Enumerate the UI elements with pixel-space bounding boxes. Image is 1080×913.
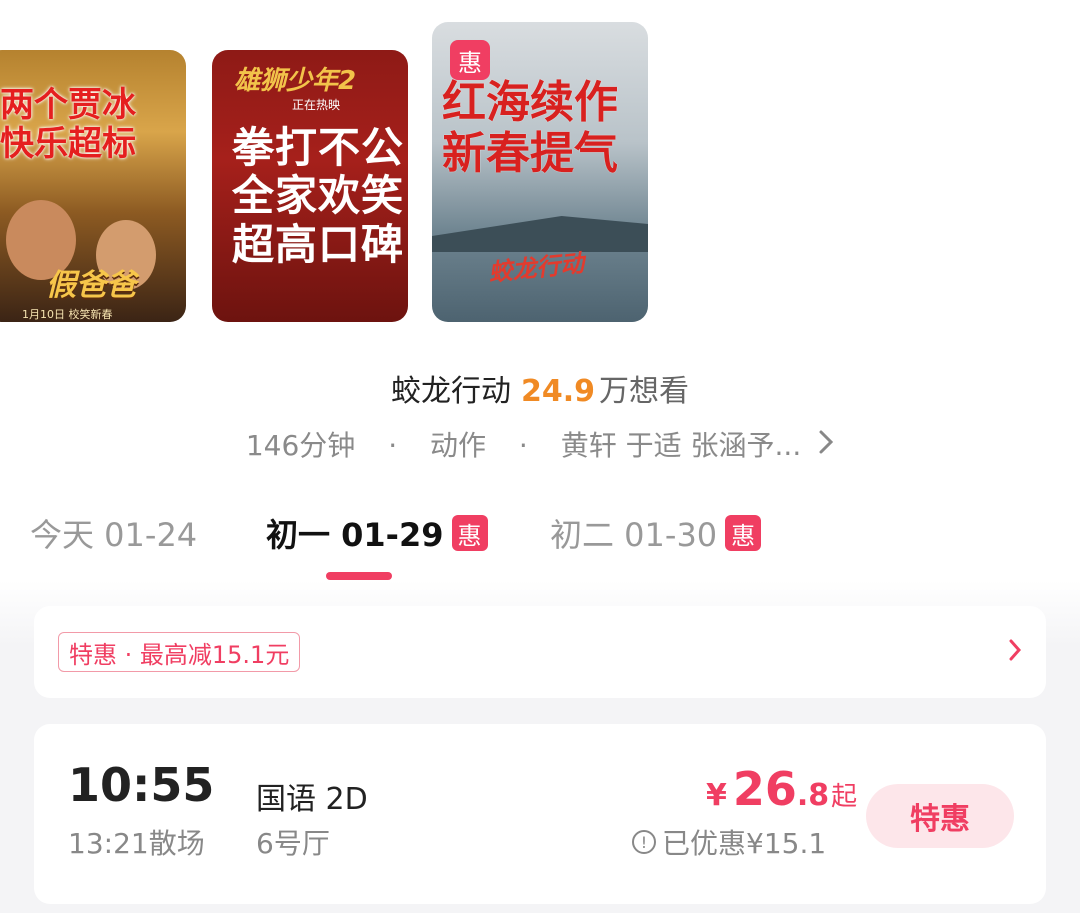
tab-label: 今天 01-24: [30, 516, 198, 554]
poster-xiongshi[interactable]: 雄狮少年2 正在热映 拳打不公 全家欢笑 超高口碑: [212, 50, 408, 322]
saved-amount: 已优惠¥15.1: [662, 827, 827, 860]
discount-badge: 惠: [450, 40, 490, 80]
price-suffix: 起: [831, 782, 858, 812]
tab-label: 初二 01-30: [550, 516, 718, 554]
poster-date: 1月10日 校笑新春: [22, 308, 113, 321]
saved-info[interactable]: ! 已优惠¥15.1: [632, 822, 826, 862]
submarine-graphic: [432, 216, 648, 252]
poster-title: 假爸爸: [46, 268, 136, 303]
price-symbol: ¥: [706, 778, 727, 813]
hall-name: 6号厅: [256, 827, 330, 860]
tab-date-chuer[interactable]: 初二 01-30 惠: [550, 510, 762, 556]
want-count: 24.9: [520, 374, 596, 409]
start-time: 10:55: [68, 758, 215, 812]
tab-date-chuyi[interactable]: 初一 01-29 惠: [266, 510, 488, 556]
tab-date-today[interactable]: 今天 01-24: [30, 510, 197, 556]
poster-jiababa[interactable]: 两个贾冰 快乐超标 假爸爸 1月10日 校笑新春: [0, 50, 186, 322]
poster-carousel[interactable]: 两个贾冰 快乐超标 假爸爸 1月10日 校笑新春 雄狮少年2 正在热映 拳打不公…: [0, 0, 1080, 340]
separator: ·: [388, 429, 398, 462]
movie-cast: 黄轩 于适 张涵予...: [560, 429, 802, 462]
price-integer: 26: [732, 762, 797, 816]
separator: ·: [518, 429, 528, 462]
poster-slogan: 两个贾冰 快乐超标: [0, 85, 136, 165]
movie-genre: 动作: [430, 429, 487, 462]
movie-name: 蛟龙行动: [390, 374, 511, 409]
movie-duration: 146分钟: [245, 429, 356, 462]
movie-title-line: 蛟龙行动 24.9 万想看: [0, 366, 1080, 410]
end-time: 13:21散场: [68, 827, 205, 860]
discount-badge: 惠: [725, 515, 762, 551]
poster-jiaolong-selected[interactable]: 惠 红海续作 新春提气 蛟龙行动: [432, 22, 648, 322]
price: ¥ 26 .8 起: [706, 762, 857, 816]
buy-button[interactable]: 特惠: [866, 784, 1014, 848]
showtime-card[interactable]: 10:55 13:21散场 国语 2D 6号厅 ¥ 26 .8 起 ! 已优惠¥…: [34, 724, 1046, 904]
poster-sub: 正在热映: [292, 98, 341, 112]
discount-badge: 惠: [451, 515, 488, 551]
poster-title: 雄狮少年2: [234, 66, 357, 96]
info-icon: !: [632, 830, 656, 854]
language-format: 国语 2D: [256, 782, 368, 817]
promo-tag: 特惠 · 最高减15.1元: [58, 632, 301, 672]
price-decimal: .8: [796, 778, 830, 813]
tab-indicator: [326, 572, 392, 580]
want-label: 万想看: [599, 374, 690, 409]
poster-slogan: 拳打不公 全家欢笑 超高口碑: [232, 123, 405, 269]
tab-label: 初一 01-29: [266, 516, 444, 554]
chevron-right-icon[interactable]: [1008, 636, 1022, 669]
promo-card[interactable]: 特惠 · 最高减15.1元: [34, 606, 1046, 698]
movie-meta[interactable]: 146分钟 · 动作 · 黄轩 于适 张涵予...: [0, 424, 1080, 464]
poster-slogan: 红海续作 新春提气: [442, 77, 618, 179]
chevron-right-icon[interactable]: [818, 429, 834, 462]
